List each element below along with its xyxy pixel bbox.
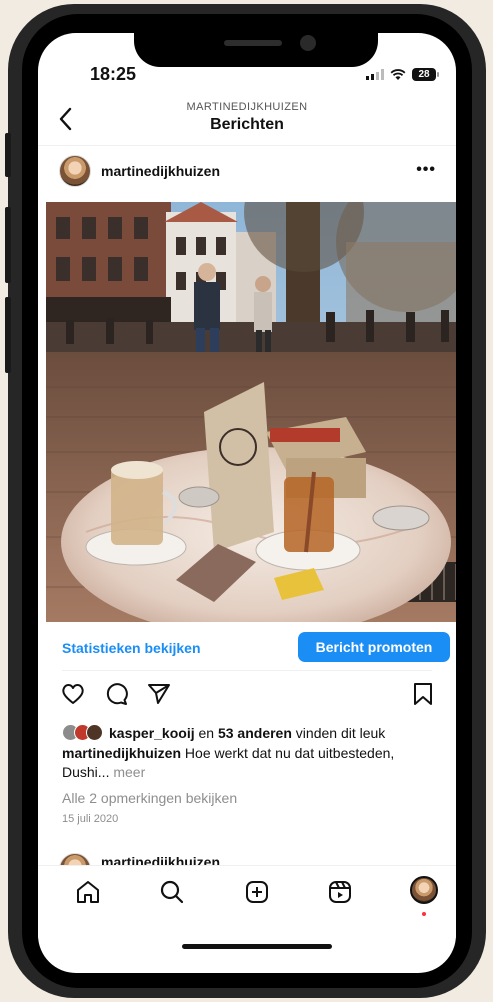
- wifi-icon: [390, 68, 406, 80]
- post-header: martinedijkhuizen •••: [38, 155, 456, 191]
- view-insights-link[interactable]: Statistieken bekijken: [62, 640, 201, 656]
- profile-icon[interactable]: [410, 876, 438, 904]
- insights-divider: [62, 670, 432, 671]
- reels-icon[interactable]: [326, 878, 354, 906]
- caption-username[interactable]: martinedijkhuizen: [62, 745, 181, 761]
- search-icon[interactable]: [158, 878, 186, 906]
- bookmark-icon[interactable]: [410, 681, 436, 707]
- post-actions: [38, 681, 456, 711]
- home-indicator[interactable]: [182, 944, 332, 949]
- notch: [134, 33, 378, 67]
- signal-icon: [366, 69, 384, 80]
- header-subtitle: MARTINEDIJKHUIZEN: [186, 101, 308, 113]
- post-date: 15 juli 2020: [62, 813, 119, 825]
- caption-more-link[interactable]: meer: [109, 764, 145, 780]
- likes-others[interactable]: 53 anderen: [218, 725, 292, 741]
- page-header: MARTINEDIJKHUIZEN Berichten: [38, 99, 456, 139]
- promote-post-button[interactable]: Bericht promoten: [298, 632, 450, 662]
- more-dots-icon[interactable]: •••: [416, 161, 436, 179]
- speaker-grille: [224, 40, 282, 46]
- bottom-tab-bar: [38, 865, 456, 938]
- page-title: Berichten: [210, 116, 284, 133]
- side-button-volume-up: [5, 207, 11, 283]
- share-icon[interactable]: [146, 681, 172, 707]
- front-camera: [300, 35, 316, 51]
- likes-suffix: vinden dit leuk: [291, 724, 386, 741]
- comment-icon[interactable]: [104, 681, 130, 707]
- status-time: 18:25: [90, 64, 137, 84]
- avatar[interactable]: [59, 155, 91, 187]
- side-button-volume-down: [5, 297, 11, 373]
- side-button-mute: [5, 133, 11, 177]
- insights-row: Statistieken bekijken Bericht promoten: [38, 632, 456, 666]
- likes-summary[interactable]: kasper_kooij en 53 anderen vinden dit le…: [62, 724, 446, 741]
- post-username[interactable]: martinedijkhuizen: [101, 163, 220, 179]
- view-comments-link[interactable]: Alle 2 opmerkingen bekijken: [62, 790, 237, 806]
- post-photo[interactable]: [46, 202, 456, 622]
- home-icon[interactable]: [74, 878, 102, 906]
- battery-icon: 28: [412, 68, 439, 81]
- liker-avatar: [86, 724, 103, 741]
- liker-username[interactable]: kasper_kooij: [109, 725, 195, 741]
- status-icons: 28: [366, 68, 439, 81]
- notification-dot: [422, 912, 426, 916]
- likes-and: en: [194, 724, 218, 741]
- create-icon[interactable]: [243, 878, 271, 906]
- header-divider: [38, 145, 456, 146]
- post-caption: martinedijkhuizen Hoe werkt dat nu dat u…: [62, 744, 442, 782]
- phone-screen: 18:25 28 MARTINEDIJKHUIZEN Berichten mar…: [38, 33, 456, 973]
- heart-icon[interactable]: [60, 681, 86, 707]
